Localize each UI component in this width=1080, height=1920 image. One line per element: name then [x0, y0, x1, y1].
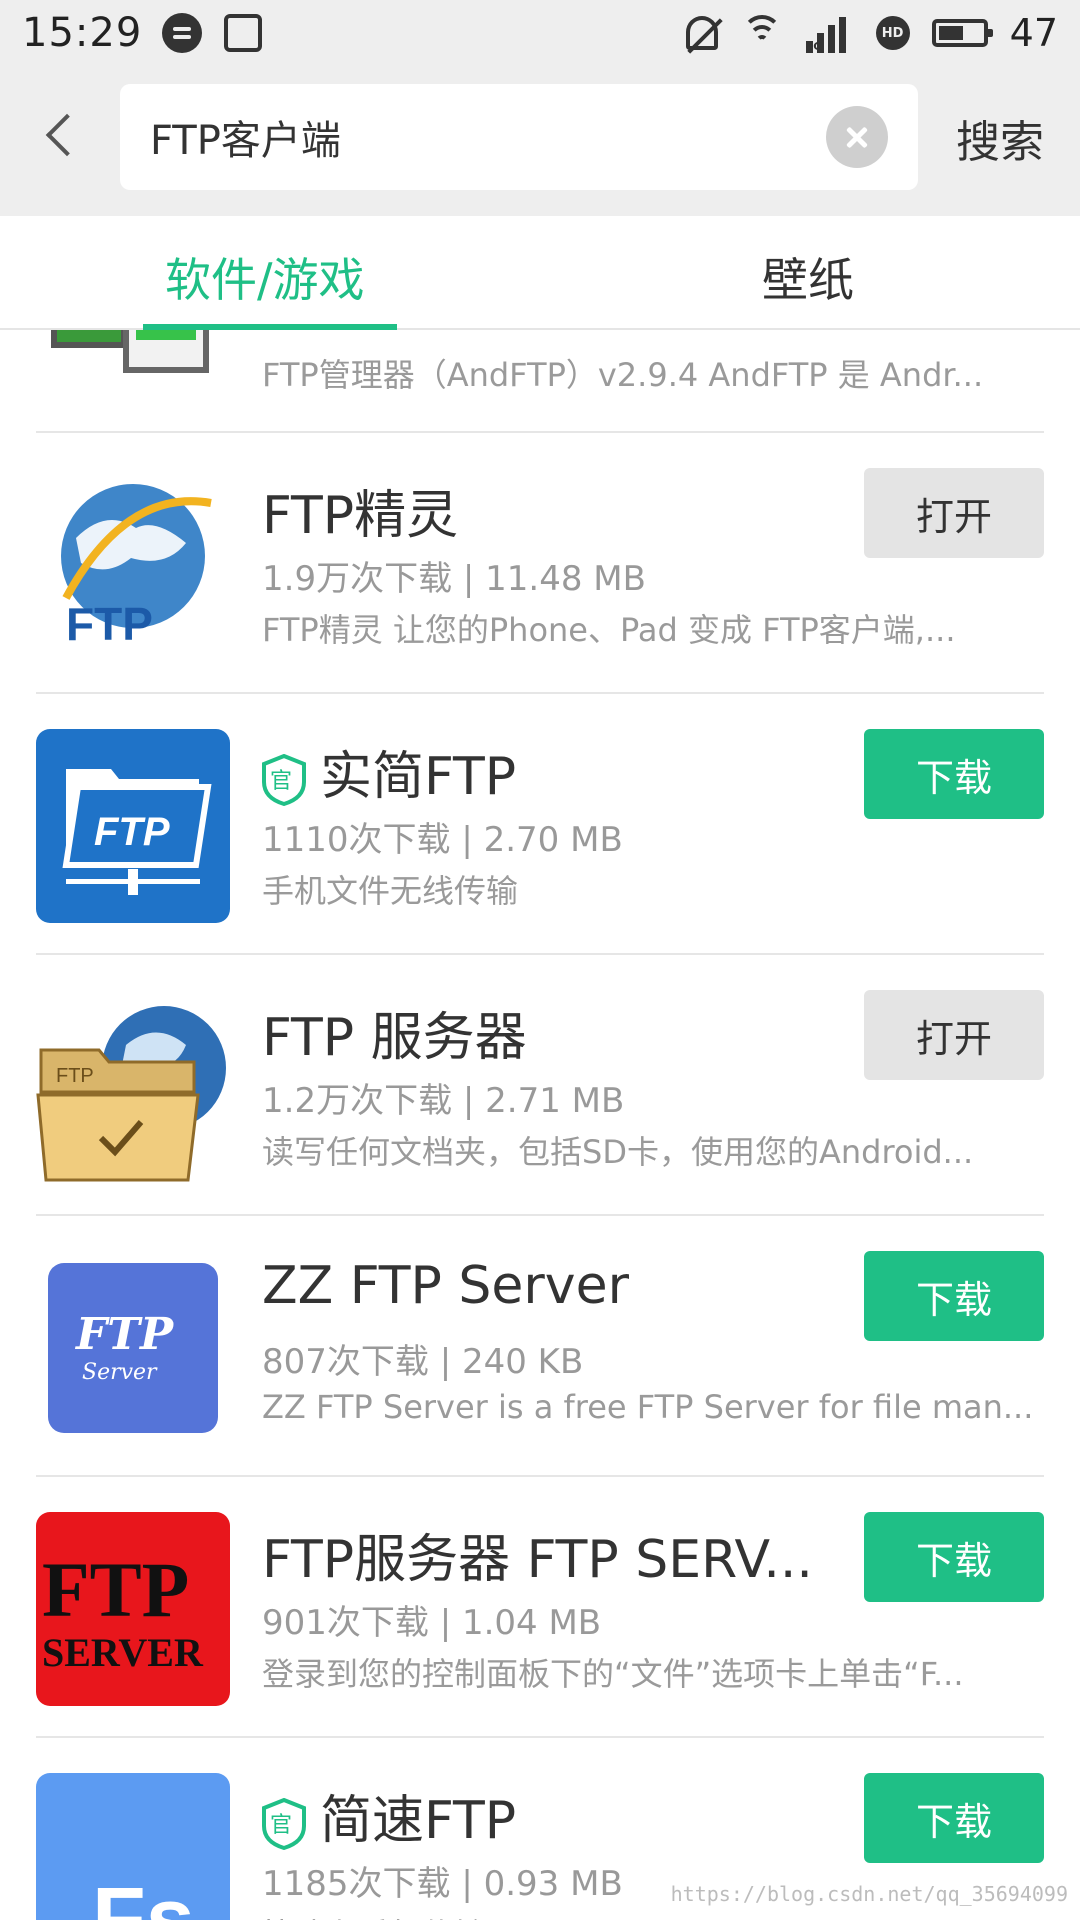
list-item[interactable]: FTP Server ZZ FTP Server 807次下载 | 240 KB… — [36, 1216, 1044, 1477]
list-item[interactable]: FTP FTP精灵 1.9万次下载 | 11.48 MB FTP精灵 让您的Ph… — [36, 433, 1044, 694]
list-item[interactable]: FTP SERVER FTP服务器 FTP SERV... 901次下载 | 1… — [36, 1477, 1044, 1738]
app-description: 登录到您的控制面板下的“文件”选项卡上单击“F... — [262, 1655, 964, 1693]
app-name: 简速FTP — [320, 1791, 517, 1851]
app-description: ZZ FTP Server is a free FTP Server for f… — [262, 1388, 1034, 1426]
app-name: FTP 服务器 — [262, 1008, 527, 1068]
watermark-url: https://blog.csdn.net/qq_35694099 — [670, 1882, 1068, 1906]
open-button[interactable]: 打开 — [864, 468, 1044, 558]
tab-wallpaper[interactable]: 壁纸 — [762, 244, 854, 310]
payment-notification-icon — [224, 14, 263, 52]
app-meta: 807次下载 | 240 KB — [262, 1342, 584, 1382]
search-header: 搜索 — [0, 66, 1080, 216]
mute-icon — [685, 16, 718, 50]
icon-ftp-text: FTP — [56, 1065, 94, 1087]
icon-ftp-text: FTP — [42, 1546, 189, 1633]
official-badge-text: 官 — [270, 769, 292, 794]
ftp-server-folder-app-icon: FTP — [36, 1006, 226, 1182]
back-button[interactable] — [30, 106, 90, 166]
list-item[interactable]: FTP 官 实简FTP 1110次下载 | 2.70 MB 手机文件无线传输 下… — [36, 694, 1044, 955]
icon-server-text: Server — [82, 1360, 158, 1385]
message-notification-icon — [162, 13, 203, 53]
icon-server-text: SERVER — [42, 1630, 204, 1675]
official-badge-icon: 官 — [262, 1798, 306, 1850]
download-button[interactable]: 下载 — [864, 1773, 1044, 1863]
battery-icon — [931, 19, 993, 47]
tab-software-games[interactable]: 软件/游戏 — [165, 244, 365, 310]
icon-ftp-text: FTP — [74, 1309, 175, 1360]
download-button[interactable]: 下载 — [864, 1251, 1044, 1341]
status-bar: 15:29 4G HD 47 — [0, 0, 1080, 66]
category-tabs: 软件/游戏 壁纸 — [0, 216, 1080, 330]
app-meta: 1.2万次下载 | 2.71 MB — [262, 1081, 625, 1121]
hd-voice-icon: HD — [875, 16, 910, 50]
wifi-icon — [740, 13, 784, 53]
app-name: ZZ FTP Server — [262, 1256, 629, 1316]
app-description: FTP精灵 让您的Phone、Pad 变成 FTP客户端,... — [262, 611, 956, 649]
download-button[interactable]: 下载 — [864, 1512, 1044, 1602]
download-button[interactable]: 下载 — [864, 729, 1044, 819]
app-description: 读写任何文档夹，包括SD卡，使用您的Android... — [262, 1133, 974, 1171]
network-type-label: 4G — [805, 40, 823, 53]
andftp-app-icon — [51, 330, 209, 373]
app-name: 实简FTP — [320, 747, 517, 807]
app-name-row: 官 实简FTP — [262, 734, 516, 809]
icon-ftp-text: FTP — [94, 810, 170, 854]
icon-ftp-text: FTP — [66, 598, 153, 650]
status-time: 15:29 — [22, 10, 143, 56]
search-button[interactable]: 搜索 — [956, 106, 1044, 170]
battery-level: 47 — [1009, 11, 1058, 55]
app-description: 手机文件无线传输 — [262, 872, 519, 910]
app-meta: 901次下载 | 1.04 MB — [262, 1603, 602, 1643]
jiansu-ftp-app-icon: Fs — [36, 1773, 230, 1920]
signal-icon: 4G — [805, 13, 854, 53]
search-input[interactable] — [150, 84, 830, 190]
app-meta: 1185次下载 | 0.93 MB — [262, 1864, 623, 1904]
open-button[interactable]: 打开 — [864, 990, 1044, 1080]
app-description: FTP管理器（AndFTP）v2.9.4 AndFTP 是 Andr... — [262, 356, 984, 394]
ftp-genie-app-icon: FTP — [61, 484, 212, 650]
icon-fs-text: Fs — [92, 1869, 195, 1920]
app-description: 快速在手机传输 — [262, 1910, 1052, 1920]
zz-ftp-server-app-icon: FTP Server — [48, 1263, 218, 1433]
clear-search-button[interactable] — [826, 106, 888, 168]
official-badge-icon: 官 — [262, 754, 306, 806]
shijian-ftp-app-icon: FTP — [36, 729, 230, 923]
list-item[interactable]: FTP管理器（AndFTP）v2.9.4 AndFTP 是 Andr... — [36, 330, 1044, 433]
app-name: FTP服务器 FTP SERV... — [262, 1530, 813, 1590]
ftp-server-red-app-icon: FTP SERVER — [36, 1512, 230, 1706]
app-meta: 1110次下载 | 2.70 MB — [262, 820, 623, 860]
app-name-row: 官 简速FTP — [262, 1778, 516, 1853]
app-name: FTP精灵 — [262, 486, 459, 546]
list-item[interactable]: FTP FTP 服务器 1.2万次下载 | 2.71 MB 读写任何文档夹，包括… — [36, 955, 1044, 1216]
search-box[interactable] — [120, 84, 918, 190]
app-meta: 1.9万次下载 | 11.48 MB — [262, 559, 646, 599]
official-badge-text: 官 — [270, 1813, 292, 1838]
search-results-list: FTP管理器（AndFTP）v2.9.4 AndFTP 是 Andr... FT… — [0, 330, 1080, 1920]
